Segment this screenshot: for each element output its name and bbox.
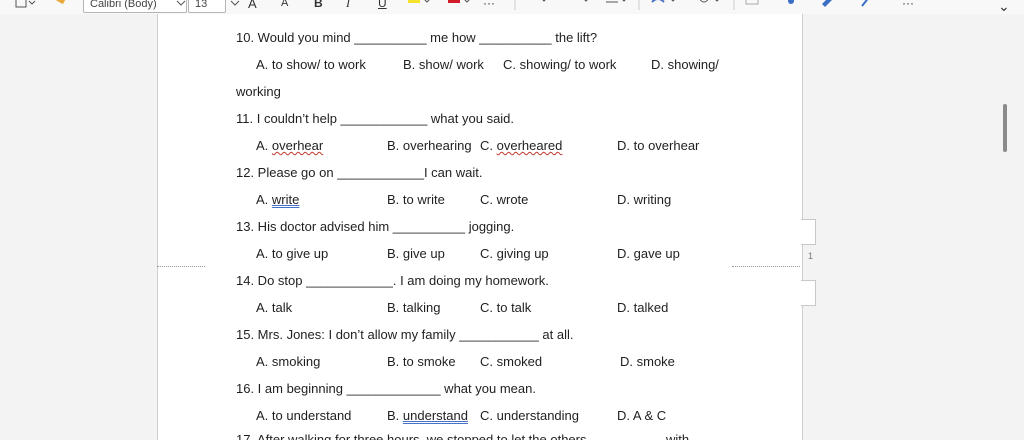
font-name-value: Calibri (Body) bbox=[90, 0, 157, 10]
view-icon[interactable] bbox=[744, 0, 760, 12]
option-b: B. to write bbox=[387, 192, 445, 207]
numbering-icon[interactable] bbox=[566, 0, 592, 12]
format-painter-icon[interactable] bbox=[52, 0, 68, 12]
option-d: D. showing/ bbox=[651, 57, 719, 72]
styles-icon[interactable] bbox=[650, 0, 680, 12]
option-d: D. gave up bbox=[617, 246, 680, 261]
font-color-icon[interactable] bbox=[446, 0, 474, 12]
option-c: C. overheared bbox=[480, 138, 562, 153]
option-a: A. write bbox=[256, 192, 299, 207]
option-c: C. showing/ to work bbox=[503, 57, 617, 72]
option-c: C. smoked bbox=[480, 354, 543, 369]
option-c: C. to talk bbox=[480, 300, 532, 315]
question-12: 12. Please go on ____________I can wait. bbox=[236, 165, 483, 180]
bullets-icon[interactable] bbox=[524, 0, 550, 12]
option-d: D. writing bbox=[617, 192, 672, 207]
document-page[interactable]: 10. Would you mind __________ me how ___… bbox=[157, 14, 803, 440]
dictate-icon[interactable] bbox=[783, 0, 799, 12]
option-a: A. talk bbox=[256, 300, 293, 315]
question-13: 13. His doctor advised him __________ jo… bbox=[236, 219, 515, 234]
option-a: A. overhear bbox=[256, 138, 323, 153]
option-b: B. show/ work bbox=[403, 57, 484, 72]
option-b: B. to smoke bbox=[387, 354, 456, 369]
ribbon-toolbar: Calibri (Body) 13 A A B I U ··· ··· ⌄ bbox=[0, 0, 1024, 14]
comment-anchor[interactable] bbox=[801, 219, 816, 245]
italic-icon[interactable]: I bbox=[346, 0, 350, 12]
option-b: B. give up bbox=[387, 246, 445, 261]
toolbar-divider bbox=[514, 0, 516, 12]
option-d: D. to overhear bbox=[617, 138, 700, 153]
option-a: A. to give up bbox=[256, 246, 329, 261]
comment-anchor[interactable] bbox=[801, 280, 816, 306]
highlight-icon[interactable] bbox=[406, 0, 434, 12]
scrollbar-thumb[interactable] bbox=[1003, 104, 1007, 152]
option-a: A. to understand bbox=[256, 408, 352, 423]
option-c: C. understanding bbox=[480, 408, 580, 423]
option-b: B. talking bbox=[387, 300, 441, 315]
more-icon[interactable]: ··· bbox=[483, 0, 495, 12]
chevron-down-icon[interactable] bbox=[230, 0, 240, 12]
font-name-select[interactable]: Calibri (Body) bbox=[83, 0, 187, 13]
option-prefix: A. bbox=[256, 192, 272, 207]
question-17-clipped: 17. After walking for three hours, we st… bbox=[236, 432, 690, 440]
collapse-icon[interactable]: ⌄ bbox=[998, 0, 1010, 14]
question-11: 11. I couldn’t help ____________ what yo… bbox=[236, 111, 515, 126]
option-prefix: C. bbox=[480, 138, 497, 153]
option-d: D. A & C bbox=[617, 408, 667, 423]
option-b: B. understand bbox=[387, 408, 468, 423]
chevron-down-icon[interactable] bbox=[176, 0, 186, 12]
spell-flagged-word[interactable]: overheared bbox=[497, 138, 563, 153]
toolbar-divider bbox=[638, 0, 640, 12]
page-break-marker bbox=[732, 266, 800, 267]
underline-icon[interactable]: U bbox=[378, 0, 387, 12]
page-number: 1 bbox=[808, 251, 814, 261]
question-16: 16. I am beginning _____________ what yo… bbox=[236, 381, 536, 396]
shrink-font-icon[interactable]: A bbox=[281, 0, 288, 12]
option-a: A. to show/ to work bbox=[256, 57, 366, 72]
option-d: D. smoke bbox=[620, 354, 675, 369]
page-break-marker bbox=[157, 266, 205, 267]
overflow-icon[interactable]: ··· bbox=[902, 0, 914, 12]
grammar-flagged-word[interactable]: write bbox=[272, 192, 299, 207]
option-c: C. giving up bbox=[480, 246, 549, 261]
align-icon[interactable] bbox=[604, 0, 630, 12]
option-d-continued: working bbox=[236, 84, 281, 99]
grammar-flagged-word[interactable]: understand bbox=[403, 408, 468, 423]
bold-icon[interactable]: B bbox=[314, 0, 323, 12]
grow-font-icon[interactable]: A bbox=[248, 0, 257, 12]
designer-icon[interactable] bbox=[860, 0, 876, 12]
option-b: B. overhearing bbox=[387, 138, 472, 153]
option-c: C. wrote bbox=[480, 192, 529, 207]
spell-flagged-word[interactable]: overhear bbox=[272, 138, 323, 153]
font-size-value: 13 bbox=[195, 0, 208, 10]
option-prefix: A. bbox=[256, 138, 272, 153]
question-10: 10. Would you mind __________ me how ___… bbox=[236, 30, 598, 45]
toolbar-divider bbox=[733, 0, 735, 12]
font-size-select[interactable]: 13 bbox=[188, 0, 226, 13]
question-14: 14. Do stop ____________. I am doing my … bbox=[236, 273, 549, 288]
option-a: A. smoking bbox=[256, 354, 321, 369]
editor-icon[interactable] bbox=[820, 0, 836, 12]
option-prefix: B. bbox=[387, 408, 403, 423]
find-icon[interactable] bbox=[696, 0, 726, 12]
border-icon[interactable] bbox=[14, 0, 36, 12]
question-15: 15. Mrs. Jones: I don’t allow my family … bbox=[236, 327, 574, 342]
option-d: D. talked bbox=[617, 300, 669, 315]
